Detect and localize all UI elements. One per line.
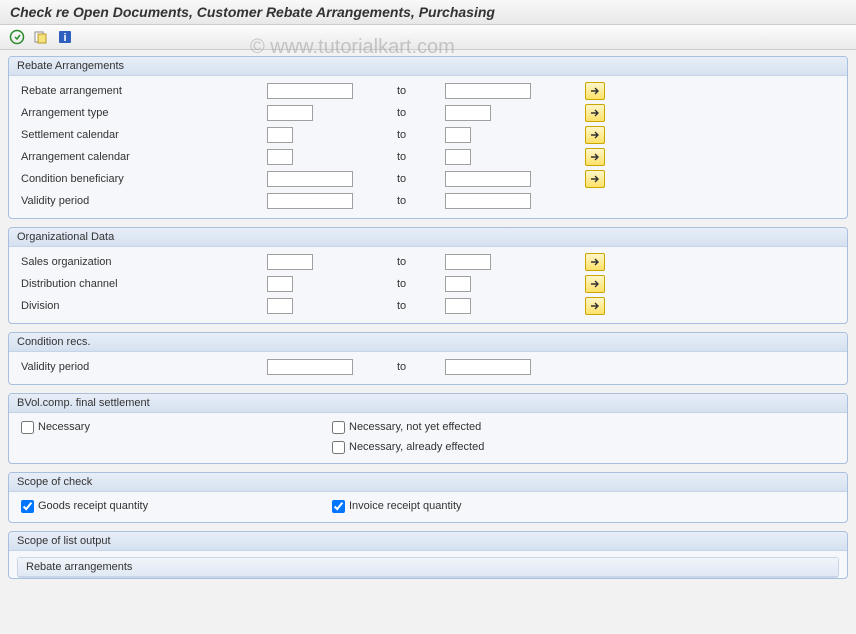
rebate-arrangement-from[interactable] (267, 83, 353, 99)
cond-validity-from[interactable] (267, 359, 353, 375)
to-label: to (385, 278, 445, 290)
row-sales-organization: Sales organization to (17, 251, 839, 273)
row-distribution-channel: Distribution channel to (17, 273, 839, 295)
group-bvol-settlement: BVol.comp. final settlement Necessary Ne… (8, 393, 848, 464)
to-label: to (385, 195, 445, 207)
division-from[interactable] (267, 298, 293, 314)
condition-beneficiary-to[interactable] (445, 171, 531, 187)
settlement-calendar-to[interactable] (445, 127, 471, 143)
group-header-bvol: BVol.comp. final settlement (9, 394, 847, 413)
group-header-cond: Condition recs. (9, 333, 847, 352)
row-arrangement-type: Arrangement type to (17, 102, 839, 124)
to-label: to (385, 107, 445, 119)
multi-select-button[interactable] (585, 170, 605, 188)
group-header-rebate: Rebate Arrangements (9, 57, 847, 76)
multi-select-button[interactable] (585, 148, 605, 166)
necessary-already-effected-checkbox[interactable] (332, 441, 345, 454)
distribution-channel-to[interactable] (445, 276, 471, 292)
execute-icon[interactable] (8, 28, 26, 46)
arrangement-type-from[interactable] (267, 105, 313, 121)
sales-organization-from[interactable] (267, 254, 313, 270)
group-condition-recs: Condition recs. Validity period to (8, 332, 848, 385)
multi-select-button[interactable] (585, 82, 605, 100)
row-cond-validity-period: Validity period to (17, 356, 839, 378)
row-settlement-calendar: Settlement calendar to (17, 124, 839, 146)
rebate-arrangement-to[interactable] (445, 83, 531, 99)
row-division: Division to (17, 295, 839, 317)
page-title: Check re Open Documents, Customer Rebate… (0, 0, 856, 25)
label-distribution-channel: Distribution channel (17, 278, 267, 290)
necessary-not-effected-checkbox[interactable] (332, 421, 345, 434)
row-rebate-arrangement: Rebate arrangement to (17, 80, 839, 102)
distribution-channel-from[interactable] (267, 276, 293, 292)
goods-receipt-label: Goods receipt quantity (38, 500, 148, 512)
sales-organization-to[interactable] (445, 254, 491, 270)
validity-period-to[interactable] (445, 193, 531, 209)
group-scope-list: Scope of list output Rebate arrangements (8, 531, 848, 579)
multi-select-button[interactable] (585, 126, 605, 144)
to-label: to (385, 129, 445, 141)
arrangement-type-to[interactable] (445, 105, 491, 121)
to-label: to (385, 256, 445, 268)
label-division: Division (17, 300, 267, 312)
subgroup-header-rebate: Rebate arrangements (18, 558, 838, 577)
group-scope-check: Scope of check Goods receipt quantity In… (8, 472, 848, 523)
division-to[interactable] (445, 298, 471, 314)
to-label: to (385, 300, 445, 312)
group-header-scope-list: Scope of list output (9, 532, 847, 551)
label-arrangement-calendar: Arrangement calendar (17, 151, 267, 163)
condition-beneficiary-from[interactable] (267, 171, 353, 187)
row-condition-beneficiary: Condition beneficiary to (17, 168, 839, 190)
group-organizational-data: Organizational Data Sales organization t… (8, 227, 848, 324)
validity-period-from[interactable] (267, 193, 353, 209)
multi-select-button[interactable] (585, 297, 605, 315)
content-area: Rebate Arrangements Rebate arrangement t… (0, 50, 856, 579)
to-label: to (385, 151, 445, 163)
group-rebate-arrangements: Rebate Arrangements Rebate arrangement t… (8, 56, 848, 219)
help-icon[interactable]: i (56, 28, 74, 46)
multi-select-button[interactable] (585, 253, 605, 271)
necessary-not-effected-label: Necessary, not yet effected (349, 421, 481, 433)
multi-select-button[interactable] (585, 275, 605, 293)
svg-text:i: i (63, 32, 66, 44)
subgroup-rebate-arrangements: Rebate arrangements (17, 557, 839, 578)
label-condition-beneficiary: Condition beneficiary (17, 173, 267, 185)
to-label: to (385, 361, 445, 373)
necessary-label: Necessary (38, 421, 90, 433)
invoice-receipt-checkbox[interactable] (332, 500, 345, 513)
label-arrangement-type: Arrangement type (17, 107, 267, 119)
label-settlement-calendar: Settlement calendar (17, 129, 267, 141)
label-sales-organization: Sales organization (17, 256, 267, 268)
label-cond-validity-period: Validity period (17, 361, 267, 373)
arrangement-calendar-to[interactable] (445, 149, 471, 165)
variant-icon[interactable] (32, 28, 50, 46)
to-label: to (385, 173, 445, 185)
settlement-calendar-from[interactable] (267, 127, 293, 143)
group-header-scope-check: Scope of check (9, 473, 847, 492)
necessary-checkbox[interactable] (21, 421, 34, 434)
label-validity-period: Validity period (17, 195, 267, 207)
toolbar: i (0, 25, 856, 50)
arrangement-calendar-from[interactable] (267, 149, 293, 165)
goods-receipt-checkbox[interactable] (21, 500, 34, 513)
label-rebate-arrangement: Rebate arrangement (17, 85, 267, 97)
group-header-org: Organizational Data (9, 228, 847, 247)
cond-validity-to[interactable] (445, 359, 531, 375)
row-arrangement-calendar: Arrangement calendar to (17, 146, 839, 168)
invoice-receipt-label: Invoice receipt quantity (349, 500, 462, 512)
row-validity-period: Validity period to (17, 190, 839, 212)
necessary-already-effected-label: Necessary, already effected (349, 441, 484, 453)
to-label: to (385, 85, 445, 97)
multi-select-button[interactable] (585, 104, 605, 122)
